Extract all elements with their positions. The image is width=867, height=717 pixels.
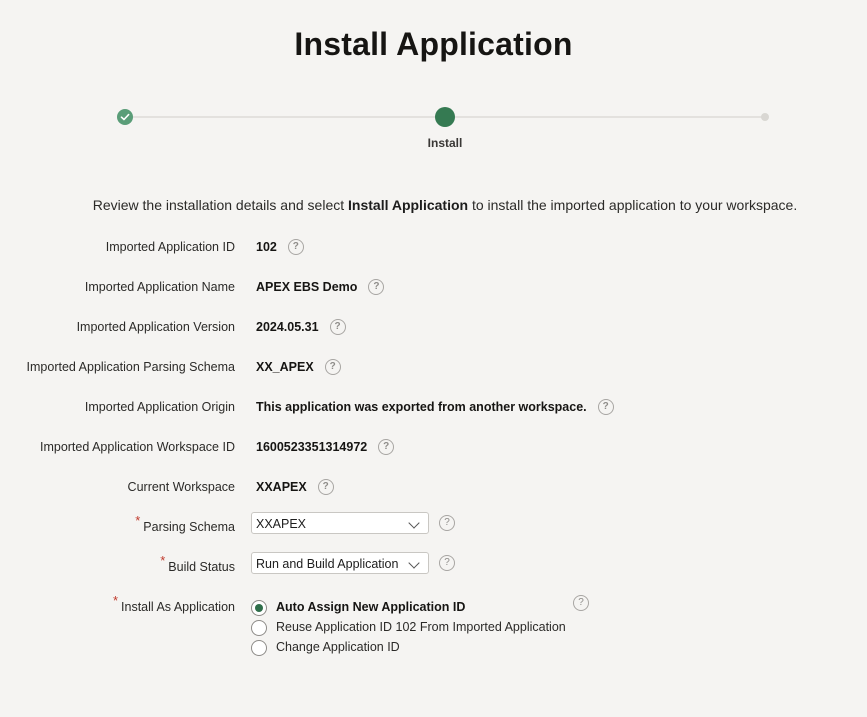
- step-current: [435, 107, 455, 127]
- chevron-down-icon: [408, 557, 420, 569]
- help-icon[interactable]: ?: [317, 478, 334, 495]
- step-completed: [117, 109, 133, 125]
- detail-value: 1600523351314972: [256, 440, 368, 454]
- intro-text: Review the installation details and sele…: [0, 197, 867, 213]
- radio-label[interactable]: Auto Assign New Application ID: [276, 600, 465, 615]
- intro-suffix: to install the imported application to y…: [468, 197, 798, 213]
- detail-label: Imported Application Parsing Schema: [26, 360, 235, 374]
- intro-prefix: Review the installation details and sele…: [92, 197, 349, 213]
- help-icon[interactable]: ?: [324, 358, 341, 375]
- build-status-label-text: Build Status: [168, 560, 235, 574]
- help-icon[interactable]: ?: [378, 438, 395, 455]
- help-icon[interactable]: ?: [329, 318, 346, 335]
- parsing-schema-row: * Parsing Schema XXAPEX ?: [0, 512, 867, 537]
- detail-value: APEX EBS Demo: [256, 280, 358, 294]
- detail-label: Imported Application ID: [105, 240, 235, 254]
- help-icon[interactable]: ?: [573, 595, 589, 611]
- required-marker: *: [160, 553, 166, 568]
- detail-label: Imported Application Origin: [84, 400, 235, 414]
- parsing-schema-label: * Parsing Schema: [135, 513, 235, 537]
- build-status-select[interactable]: Run and Build Application: [251, 552, 429, 574]
- intro-bold: Install Application: [348, 197, 469, 213]
- detail-label: Imported Application Name: [84, 280, 235, 294]
- detail-label: Imported Application Workspace ID: [39, 440, 235, 454]
- help-icon[interactable]: ?: [597, 398, 614, 415]
- build-status-value: Run and Build Application: [256, 557, 399, 571]
- detail-row-app-name: Imported Application Name APEX EBS Demo?: [0, 277, 867, 297]
- radio-button-selected[interactable]: [251, 600, 267, 616]
- parsing-schema-label-text: Parsing Schema: [143, 520, 235, 534]
- parsing-schema-value: XXAPEX: [256, 517, 307, 531]
- detail-row-origin: Imported Application Origin This applica…: [0, 397, 867, 417]
- detail-row-workspace-id: Imported Application Workspace ID 160052…: [0, 437, 867, 457]
- step-upcoming: [761, 113, 769, 121]
- radio-button[interactable]: [251, 640, 267, 656]
- required-marker: *: [135, 513, 141, 528]
- detail-value: XXAPEX: [256, 480, 307, 494]
- install-as-label-text: Install As Application: [121, 600, 235, 614]
- current-step-label: Install: [427, 136, 463, 150]
- detail-row-app-version: Imported Application Version 2024.05.31?: [0, 317, 867, 337]
- detail-row-current-workspace: Current Workspace XXAPEX?: [0, 477, 867, 497]
- detail-value: 102: [256, 240, 277, 254]
- required-marker: *: [112, 593, 119, 608]
- radio-button[interactable]: [251, 620, 267, 636]
- radio-label[interactable]: Reuse Application ID 102 From Imported A…: [276, 620, 566, 635]
- help-icon[interactable]: ?: [439, 515, 455, 531]
- detail-row-parsing-schema: Imported Application Parsing Schema XX_A…: [0, 357, 867, 377]
- build-status-row: * Build Status Run and Build Application …: [0, 552, 867, 577]
- install-as-label: * Install As Application: [113, 593, 235, 617]
- radio-label[interactable]: Change Application ID: [276, 640, 400, 655]
- detail-label: Current Workspace: [127, 480, 235, 494]
- help-icon[interactable]: ?: [439, 555, 455, 571]
- parsing-schema-select[interactable]: XXAPEX: [251, 512, 429, 534]
- checkmark-icon: [120, 113, 130, 121]
- detail-label: Imported Application Version: [76, 320, 235, 334]
- chevron-down-icon: [408, 517, 420, 529]
- help-icon[interactable]: ?: [368, 278, 385, 295]
- help-icon[interactable]: ?: [287, 238, 304, 255]
- detail-value: XX_APEX: [256, 360, 314, 374]
- detail-value: This application was exported from anoth…: [256, 400, 587, 414]
- build-status-label: * Build Status: [160, 553, 235, 577]
- page-title: Install Application: [294, 26, 573, 62]
- detail-row-app-id: Imported Application ID 102?: [0, 237, 867, 257]
- detail-value: 2024.05.31: [256, 320, 319, 334]
